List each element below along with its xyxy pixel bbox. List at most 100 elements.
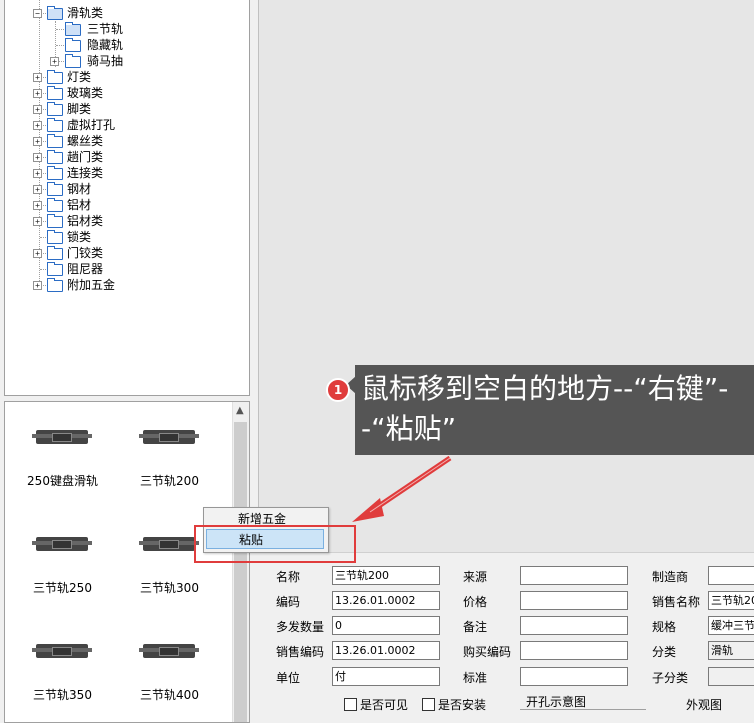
folder-icon <box>47 70 63 84</box>
field-label: 制造商 <box>652 570 689 584</box>
expand-icon[interactable]: + <box>33 137 42 146</box>
folder-icon <box>65 38 81 52</box>
expand-icon[interactable]: + <box>33 185 42 194</box>
folder-icon <box>47 246 63 260</box>
field-input[interactable] <box>520 591 628 610</box>
field-label: 标准 <box>463 671 488 685</box>
tree-item-label: 脚类 <box>67 102 92 116</box>
expand-icon[interactable]: + <box>33 89 42 98</box>
scrollbar-thumb[interactable] <box>234 422 247 722</box>
field-input[interactable]: 13.26.01.0002 <box>332 591 440 610</box>
field-label: 单位 <box>276 671 301 685</box>
folder-icon <box>47 86 63 100</box>
slide-rail-image <box>32 537 92 551</box>
expand-icon[interactable]: + <box>33 217 42 226</box>
expand-icon[interactable]: + <box>33 153 42 162</box>
properties-form: 名称 三节轨200 编码 13.26.01.0002 多发数量 0 销售编码 13.26.01… <box>258 552 754 713</box>
field-label: 销售编码 <box>276 645 325 659</box>
folder-icon <box>47 118 63 132</box>
tree-item-label: 骑马抽 <box>87 54 124 68</box>
expand-icon[interactable]: + <box>33 201 42 210</box>
collapse-icon[interactable]: − <box>33 9 42 18</box>
field-label: 来源 <box>463 570 488 584</box>
appearance-label: 外观图 <box>686 698 723 712</box>
scroll-up-icon[interactable]: ▲ <box>236 405 244 416</box>
folder-icon <box>47 182 63 196</box>
field-label: 价格 <box>463 595 488 609</box>
pointer-arrow-icon <box>352 455 452 522</box>
slide-rail-image <box>32 430 92 444</box>
expand-icon[interactable]: + <box>33 281 42 290</box>
field-label: 编码 <box>276 595 301 609</box>
field-label: 子分类 <box>652 671 689 685</box>
tree-item-label: 趟门类 <box>67 150 104 164</box>
tree-item-label: 连接类 <box>67 166 104 180</box>
thumbnail-label: 250键盘滑轨 <box>27 474 98 488</box>
thumbnail-item[interactable]: 三节轨200 <box>117 430 222 490</box>
field-input[interactable]: 13.26.01.0002 <box>332 641 440 660</box>
tree-item-label: 门铰类 <box>67 246 104 260</box>
visible-label: 是否可见 <box>360 698 409 712</box>
field-input[interactable] <box>520 641 628 660</box>
slide-rail-image <box>139 537 199 551</box>
category-tree[interactable]: − 滑轨类 三节轨 隐藏轨 + 骑马抽 + 灯类 + 玻璃类 + 脚类 + 虚拟打孔 + 螺丝类 + 趟门类 + 连接… <box>4 0 250 396</box>
slide-rail-image <box>139 430 199 444</box>
tree-item-label: 玻璃类 <box>67 86 104 100</box>
tree-item-label: 螺丝类 <box>67 134 104 148</box>
expand-icon[interactable]: + <box>33 73 42 82</box>
hole-diagram-frame <box>520 709 646 710</box>
tree-item-label: 三节轨 <box>87 22 124 36</box>
slide-rail-image <box>139 644 199 658</box>
thumbnail-label: 三节轨350 <box>33 688 92 702</box>
folder-open-icon <box>65 22 81 36</box>
tree-item-label: 灯类 <box>67 70 92 84</box>
tree-item-label: 滑轨类 <box>67 6 104 20</box>
thumbnail-item[interactable]: 三节轨400 <box>117 644 222 704</box>
install-checkbox[interactable] <box>422 698 435 711</box>
field-label: 规格 <box>652 620 677 634</box>
field-input[interactable] <box>708 667 754 686</box>
field-input[interactable] <box>520 667 628 686</box>
thumbnail-item[interactable]: 250键盘滑轨 <box>10 430 115 490</box>
field-label: 分类 <box>652 645 677 659</box>
expand-icon[interactable]: + <box>33 249 42 258</box>
folder-icon <box>47 198 63 212</box>
field-input[interactable]: 0 <box>332 616 440 635</box>
folder-icon <box>47 214 63 228</box>
field-label: 多发数量 <box>276 620 325 634</box>
tree-item-label: 铝材 <box>67 198 92 212</box>
field-input[interactable]: 滑轨 <box>708 641 754 660</box>
tree-item-label: 虚拟打孔 <box>67 118 116 132</box>
field-label: 销售名称 <box>652 595 701 609</box>
step-number-badge: 1 <box>326 378 350 402</box>
instruction-tooltip: 鼠标移到空白的地方--“右键”--“粘贴” <box>355 365 754 455</box>
folder-icon <box>47 230 63 244</box>
field-input[interactable]: 缓冲三节 <box>708 616 754 635</box>
field-input[interactable] <box>520 566 628 585</box>
tree-item-label: 锁类 <box>67 230 92 244</box>
folder-icon <box>47 262 63 276</box>
folder-icon <box>47 278 63 292</box>
field-input[interactable]: 三节轨200 <box>708 591 754 610</box>
thumbnail-label: 三节轨300 <box>140 581 199 595</box>
thumbnail-item[interactable]: 三节轨250 <box>10 537 115 597</box>
highlight-box <box>194 525 356 563</box>
field-input[interactable]: 三节轨200 <box>332 566 440 585</box>
expand-icon[interactable]: + <box>33 121 42 130</box>
field-input[interactable] <box>520 616 628 635</box>
visible-checkbox[interactable] <box>344 698 357 711</box>
expand-icon[interactable]: + <box>33 105 42 114</box>
field-input[interactable] <box>708 566 754 585</box>
slide-rail-image <box>32 644 92 658</box>
thumbnail-item[interactable]: 三节轨350 <box>10 644 115 704</box>
folder-icon <box>47 102 63 116</box>
thumbnail-label: 三节轨250 <box>33 581 92 595</box>
folder-icon <box>65 54 81 68</box>
folder-open-icon <box>47 6 63 20</box>
instruction-text: 鼠标移到空白的地方--“右键”--“粘贴” <box>361 372 729 445</box>
expand-icon[interactable]: + <box>50 57 59 66</box>
expand-icon[interactable]: + <box>33 169 42 178</box>
field-input[interactable]: 付 <box>332 667 440 686</box>
drawing-canvas[interactable] <box>258 0 754 552</box>
tree-item-label: 附加五金 <box>67 278 116 292</box>
